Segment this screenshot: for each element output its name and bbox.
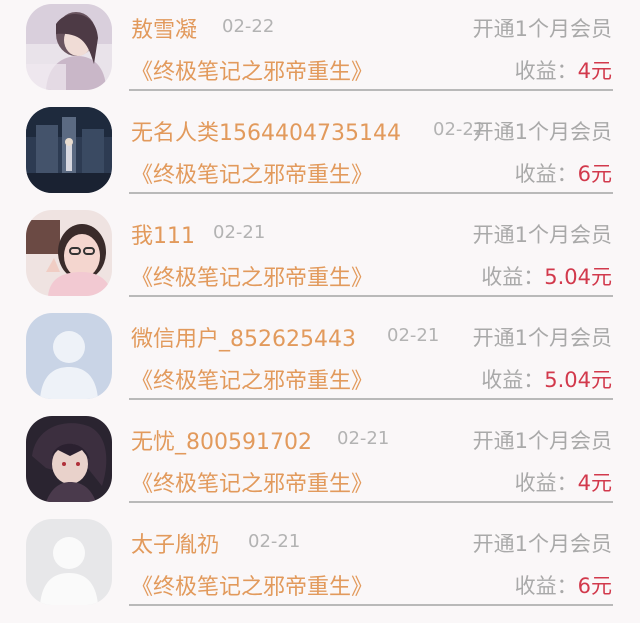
user-photo-icon — [26, 416, 112, 502]
plan-label: 开通1个月会员 — [472, 17, 612, 41]
avatar[interactable] — [26, 4, 112, 90]
list-item[interactable]: 我111 02-21 开通1个月会员 《终极笔记之邪帝重生》 收益：5.04元 — [0, 206, 640, 309]
earnings-list: 敖雪凝 02-22 开通1个月会员 《终极笔记之邪帝重生》 收益：4元 无名人类… — [0, 0, 640, 623]
earning-value: 4元 — [577, 471, 612, 495]
earning-value: 5.04元 — [544, 368, 612, 392]
user-name: 敖雪凝 — [131, 18, 198, 43]
list-item[interactable]: 无名人类1564404735144 02-22 开通1个月会员 《终极笔记之邪帝… — [0, 103, 640, 206]
user-photo-icon — [26, 107, 112, 193]
list-item[interactable]: 太子胤礽 02-21 开通1个月会员 《终极笔记之邪帝重生》 收益：6元 — [0, 515, 640, 618]
earning-label: 收益： — [481, 265, 545, 289]
list-item[interactable]: 微信用户_852625443 02-21 开通1个月会员 《终极笔记之邪帝重生》… — [0, 309, 640, 412]
row-divider — [129, 604, 613, 606]
book-title: 《终极笔记之邪帝重生》 — [131, 266, 374, 291]
plan-label: 开通1个月会员 — [472, 326, 612, 350]
book-title: 《终极笔记之邪帝重生》 — [131, 369, 374, 394]
earning-value: 5.04元 — [544, 265, 612, 289]
default-user-icon — [26, 313, 112, 399]
user-name: 无忧_800591702 — [131, 430, 312, 455]
user-name: 我111 — [131, 224, 195, 249]
plan-label: 开通1个月会员 — [472, 429, 612, 453]
user-name: 微信用户_852625443 — [131, 327, 356, 352]
earning: 收益：5.04元 — [481, 364, 612, 394]
earning-label: 收益： — [514, 574, 578, 598]
book-title: 《终极笔记之邪帝重生》 — [131, 163, 374, 188]
earning: 收益：6元 — [515, 158, 612, 188]
list-item[interactable]: 无忧_800591702 02-21 开通1个月会员 《终极笔记之邪帝重生》 收… — [0, 412, 640, 515]
row-divider — [129, 192, 613, 194]
plan-label: 开通1个月会员 — [472, 532, 612, 556]
default-user-icon — [26, 519, 112, 605]
book-title: 《终极笔记之邪帝重生》 — [131, 60, 374, 85]
earning: 收益：5.04元 — [481, 261, 612, 291]
order-date: 02-22 — [222, 16, 275, 37]
avatar[interactable] — [26, 210, 112, 296]
order-date: 02-21 — [387, 325, 440, 346]
plan-label: 开通1个月会员 — [472, 120, 612, 144]
user-name: 无名人类1564404735144 — [131, 121, 401, 146]
user-photo-icon — [26, 210, 112, 296]
order-date: 02-21 — [248, 531, 301, 552]
book-title: 《终极笔记之邪帝重生》 — [131, 472, 374, 497]
earning-value: 4元 — [577, 59, 612, 83]
avatar[interactable] — [26, 416, 112, 502]
row-divider — [129, 89, 613, 91]
plan-label: 开通1个月会员 — [472, 223, 612, 247]
earning-label: 收益： — [514, 471, 578, 495]
avatar[interactable] — [26, 107, 112, 193]
row-divider — [129, 501, 613, 503]
earning: 收益：4元 — [515, 467, 612, 497]
row-divider — [129, 295, 613, 297]
user-name: 太子胤礽 — [131, 533, 220, 558]
earning-value: 6元 — [577, 162, 612, 186]
row-divider — [129, 398, 613, 400]
earning-label: 收益： — [514, 162, 578, 186]
earning-label: 收益： — [514, 59, 578, 83]
list-item[interactable]: 敖雪凝 02-22 开通1个月会员 《终极笔记之邪帝重生》 收益：4元 — [0, 0, 640, 103]
avatar[interactable] — [26, 313, 112, 399]
earning-value: 6元 — [577, 574, 612, 598]
user-photo-icon — [26, 4, 112, 90]
earning: 收益：6元 — [515, 570, 612, 600]
order-date: 02-21 — [337, 428, 390, 449]
avatar[interactable] — [26, 519, 112, 605]
earning-label: 收益： — [481, 368, 545, 392]
earning: 收益：4元 — [515, 55, 612, 85]
order-date: 02-21 — [213, 222, 266, 243]
book-title: 《终极笔记之邪帝重生》 — [131, 575, 374, 600]
